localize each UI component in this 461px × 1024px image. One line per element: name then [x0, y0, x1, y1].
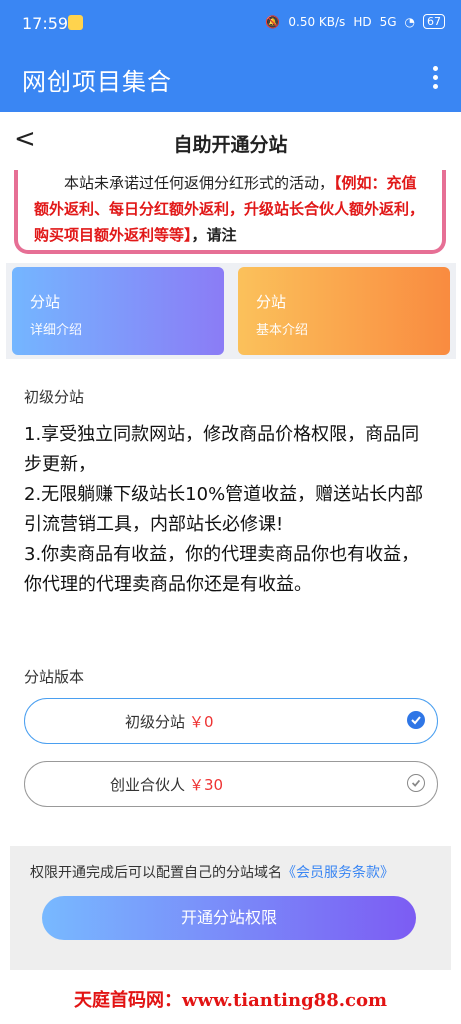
notice-tail: ，请注 — [191, 226, 237, 244]
benefit-item: 2.无限躺赚下级站长10%管道收益，赠送站长内部引流营销工具，内部站长必修课! — [24, 484, 424, 535]
signal-icon: 5G — [379, 14, 397, 29]
terms-link[interactable]: 《会员服务条款》 — [282, 865, 394, 881]
battery-icon: 67 — [423, 14, 445, 29]
card-title: 分站 — [256, 293, 287, 311]
card-subtitle: 详细介绍 — [30, 323, 83, 338]
option-basic-station[interactable]: 初级分站 ￥0 — [24, 698, 438, 744]
terms-panel: 权限开通完成后可以配置自己的分站域名《会员服务条款》 开通分站权限 — [10, 846, 451, 970]
card-title: 分站 — [30, 293, 61, 311]
hd-icon: HD — [353, 14, 372, 29]
app-notification-icon — [68, 15, 83, 30]
option-name: 初级分站 — [124, 713, 185, 731]
option-price: ￥30 — [189, 776, 224, 794]
card-detail-intro[interactable]: 分站 详细介绍 — [12, 267, 224, 355]
intro-cards: 分站 详细介绍 分站 基本介绍 — [6, 263, 456, 359]
watermark-text: 天庭首码网：www.tianting88.com — [74, 990, 387, 1011]
card-subtitle: 基本介绍 — [256, 323, 309, 338]
benefits-list: 1.享受独立同款网站，修改商品价格权限，商品同步更新， 2.无限躺赚下级站长10… — [24, 420, 436, 600]
level-label: 初级分站 — [24, 388, 85, 406]
card-basic-intro[interactable]: 分站 基本介绍 — [238, 267, 450, 355]
benefit-item: 3.你卖商品有收益，你的代理卖商品你也有收益，你代理的代理卖商品你还是有收益。 — [24, 544, 420, 595]
terms-text: 权限开通完成后可以配置自己的分站域名《会员服务条款》 — [30, 862, 394, 882]
mute-icon: 🔕 — [265, 14, 281, 29]
status-time: 17:59 — [22, 14, 69, 33]
option-name: 创业合伙人 — [109, 776, 185, 794]
benefit-item: 1.享受独立同款网站，修改商品价格权限，商品同步更新， — [24, 424, 420, 475]
terms-note: 权限开通完成后可以配置自己的分站域名 — [30, 865, 282, 881]
more-menu-icon[interactable] — [433, 66, 441, 92]
page-title: 自助开通分站 — [173, 134, 288, 156]
network-speed: 0.50 KB/s — [288, 14, 346, 29]
page-header: < 自助开通分站 — [0, 112, 461, 170]
version-label: 分站版本 — [24, 668, 85, 686]
notice-line: 本站未承诺过任何返佣分红形式的活动， — [64, 174, 335, 192]
app-title: 网创项目集合 — [22, 68, 172, 96]
option-partner[interactable]: 创业合伙人 ￥30 — [24, 761, 438, 807]
submit-button[interactable]: 开通分站权限 — [42, 896, 416, 940]
wifi-icon: ◔ — [404, 14, 415, 29]
checked-icon — [407, 711, 425, 729]
status-icons: 🔕 0.50 KB/s HD 5G ◔ 67 — [265, 14, 445, 29]
unchecked-icon — [407, 774, 425, 792]
notice-box: 本站未承诺过任何返佣分红形式的活动，【例如：充值额外返利、每日分红额外返利，升级… — [14, 170, 446, 254]
app-bar: 网创项目集合 — [0, 46, 461, 112]
status-bar: 17:59 🔕 0.50 KB/s HD 5G ◔ 67 — [0, 0, 461, 46]
option-price: ￥0 — [189, 713, 214, 731]
